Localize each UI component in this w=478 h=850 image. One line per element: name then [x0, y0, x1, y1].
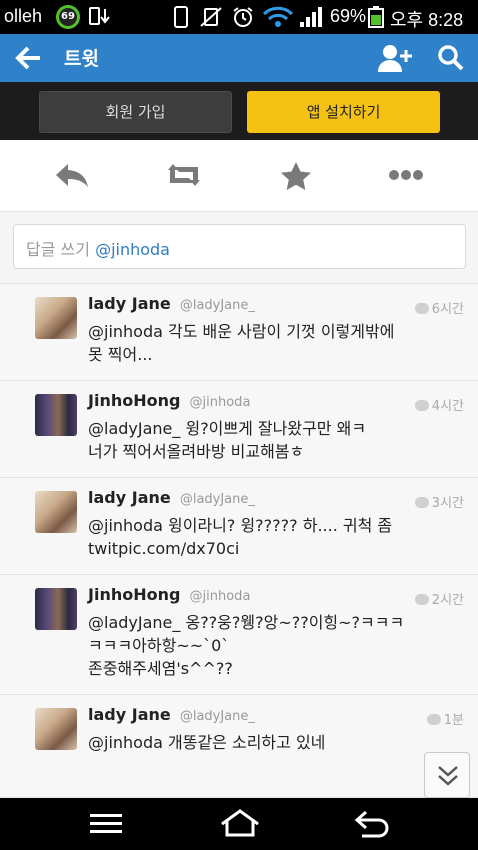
page-title: 트윗	[64, 48, 99, 70]
avatar[interactable]	[35, 491, 77, 533]
system-nav-bar	[0, 798, 478, 850]
clock: 오후 8:28	[390, 10, 464, 30]
avatar[interactable]	[35, 394, 77, 436]
list-item[interactable]: lady Jane @ladyJane_ 1분 @jinhoda 개똥같은 소리…	[0, 695, 478, 798]
reply-placeholder: 답글 쓰기	[26, 240, 90, 259]
reply-icon[interactable]	[52, 158, 92, 192]
avatar[interactable]	[35, 588, 77, 630]
reply-bubble-icon	[414, 303, 429, 314]
app-bar: 트윗	[0, 34, 478, 82]
tweet-list: lady Jane @ladyJane_ 6시간 @jinhoda 각도 배운 …	[0, 284, 478, 798]
menu-icon[interactable]	[88, 808, 124, 840]
reply-bubble-icon	[414, 400, 429, 411]
reply-bubble-icon	[414, 594, 429, 605]
back-icon[interactable]	[352, 808, 392, 840]
tweet-time: 3시간	[431, 496, 464, 511]
tweet-author-handle: @ladyJane_	[179, 709, 255, 724]
avatar[interactable]	[35, 297, 77, 339]
tweet-author-handle: @ladyJane_	[179, 492, 255, 507]
battery-percent: 69%	[330, 6, 367, 26]
back-arrow-icon[interactable]	[14, 44, 44, 72]
list-item[interactable]: lady Jane @ladyJane_ 3시간 @jinhoda 윙이라니? …	[0, 478, 478, 575]
tweet-text: @ladyJane_ 옹??웅?웽?앙~??이힝~?ㅋㅋㅋ ㅋㅋㅋ아하항~~`0…	[88, 613, 405, 678]
avatar[interactable]	[35, 708, 77, 750]
reply-input[interactable]: 답글 쓰기 @jinhoda	[13, 224, 466, 269]
download-icon	[89, 7, 110, 25]
tweet-author-handle: @jinhoda	[189, 395, 251, 410]
signup-button[interactable]: 회원 가입	[39, 91, 232, 133]
status-bar: olleh 69 69% 오후 8:28	[0, 0, 478, 34]
promo-bar: 회원 가입 앱 설치하기	[0, 82, 478, 140]
wifi-icon	[262, 6, 294, 27]
tweet-text: @jinhoda 윙이라니? 윙????? 하.... 귀척 좀 twitpic…	[88, 516, 393, 558]
phone-icon	[174, 6, 188, 28]
carrier-label: olleh	[4, 6, 43, 26]
tweet-time: 2시간	[431, 593, 464, 608]
tweet-time: 6시간	[431, 302, 464, 317]
home-icon[interactable]	[218, 808, 262, 840]
tweet-action-bar	[0, 140, 478, 212]
reply-bubble-icon	[426, 714, 441, 725]
retweet-icon[interactable]	[164, 158, 204, 192]
favorite-star-icon[interactable]	[276, 158, 316, 192]
tweet-text: @jinhoda 개똥같은 소리하고 있네	[88, 733, 326, 752]
reply-section: 답글 쓰기 @jinhoda	[0, 212, 478, 284]
tweet-author-name: lady Jane	[88, 488, 171, 507]
scroll-down-button[interactable]	[424, 752, 470, 798]
reply-bubble-icon	[414, 497, 429, 508]
tweet-author-name: JinhoHong	[88, 585, 181, 604]
tweet-text: @jinhoda 각도 배운 사람이 기껏 이렇게밖에 못 찍어...	[88, 322, 395, 364]
double-chevron-down-icon	[438, 766, 458, 786]
signal-icon	[300, 7, 322, 27]
list-item[interactable]: JinhoHong @jinhoda 4시간 @ladyJane_ 윙?이쁘게 …	[0, 381, 478, 478]
vibrate-off-icon	[200, 7, 222, 27]
list-item[interactable]: JinhoHong @jinhoda 2시간 @ladyJane_ 옹??웅?웽…	[0, 575, 478, 695]
add-user-icon[interactable]	[376, 42, 412, 74]
tweet-author-name: JinhoHong	[88, 391, 181, 410]
tweet-text: @ladyJane_ 윙?이쁘게 잘나왔구만 왜ㅋ 너가 찍어서올려바방 비교해…	[88, 419, 367, 461]
battery-icon	[368, 6, 384, 28]
search-icon[interactable]	[436, 42, 466, 74]
tweet-author-handle: @ladyJane_	[179, 298, 255, 313]
alarm-icon	[233, 7, 253, 27]
tweet-time: 4시간	[431, 399, 464, 414]
install-app-button[interactable]: 앱 설치하기	[247, 91, 440, 133]
list-item[interactable]: lady Jane @ladyJane_ 6시간 @jinhoda 각도 배운 …	[0, 284, 478, 381]
notification-badge: 69	[56, 5, 80, 29]
reply-mention: @jinhoda	[95, 240, 170, 259]
tweet-time: 1분	[443, 713, 464, 728]
tweet-author-name: lady Jane	[88, 294, 171, 313]
tweet-author-name: lady Jane	[88, 705, 171, 724]
more-options-icon[interactable]	[386, 158, 426, 192]
tweet-author-handle: @jinhoda	[189, 589, 251, 604]
